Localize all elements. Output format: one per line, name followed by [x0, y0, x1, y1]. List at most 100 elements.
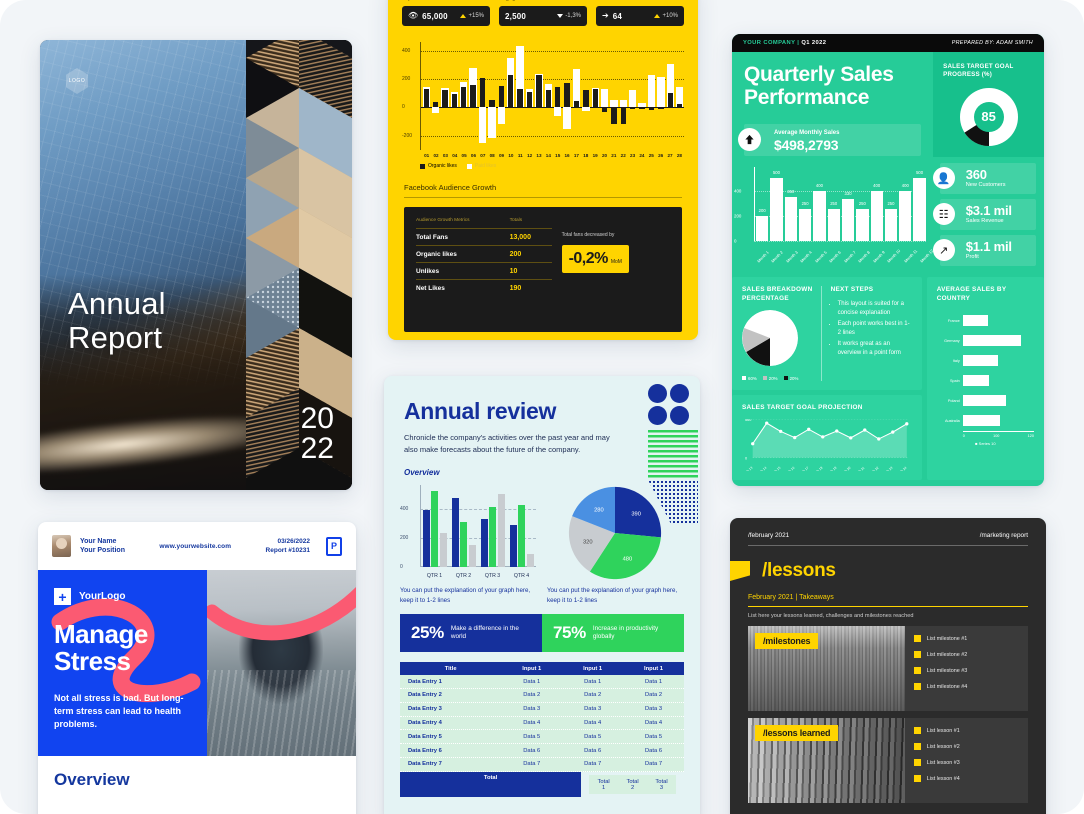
table-row: Data Entry 4 Data 4 Data 4 Data 4: [400, 716, 684, 731]
author-name: Your Name: [80, 538, 117, 545]
bar-column: [478, 42, 487, 150]
metric-engagements[interactable]: Engagements 2,500 -1,3%: [499, 0, 587, 26]
metric-clicks[interactable]: Clicks ➔ 64 +10%: [596, 0, 684, 26]
bar: [517, 88, 523, 108]
y-tick-label: 0: [745, 456, 747, 460]
milestones-tag: /milestones: [755, 633, 819, 649]
data-point: [793, 435, 797, 439]
x-tick-label: Month 21: [852, 465, 865, 470]
goal-progress-value: 85: [973, 101, 1004, 132]
bar: [470, 84, 476, 108]
bullet-square-icon: [913, 727, 921, 734]
quarter-label: Q1 2022: [801, 40, 827, 46]
x-tick-label: Month 23: [880, 465, 893, 470]
bullet-square-icon: [913, 683, 921, 690]
lessons-title-row: /lessons: [730, 560, 1046, 582]
x-tick-label: QTR 3: [484, 573, 501, 580]
y-tick-label: 400: [400, 505, 409, 512]
bar: [657, 76, 665, 108]
table-cell: Data 7: [644, 761, 663, 768]
bottom-panels: SALES BREAKDOWN PERCENTAGE 60% 20% 20% NEX…: [732, 276, 1044, 480]
y-tick-label: 560: [745, 419, 751, 422]
table-cell: Data 1: [584, 678, 602, 685]
y-tick-label: 0: [734, 238, 737, 244]
monthly-sales-bar-chart: 0 200 400 200 500 350 250 400 250 330 250 400 250 400…: [732, 163, 934, 267]
x-tick-label: 18: [583, 153, 589, 158]
manage-stress-report-card[interactable]: Your Name Your Position www.yourwebsite.…: [38, 522, 356, 814]
cover-geometric-pattern: [245, 40, 352, 490]
cover-title-line1: Annual: [68, 285, 166, 321]
bar-column: [488, 42, 496, 150]
bar-column: [422, 42, 430, 150]
bar-value-label: 250: [801, 201, 809, 207]
next-steps: NEXT STEPS This layout is suited for a c…: [820, 285, 912, 381]
bar-column: [544, 42, 552, 150]
website-link[interactable]: www.yourwebsite.com: [134, 543, 257, 550]
y-axis: [754, 166, 755, 241]
bar-value-label: 400: [901, 182, 909, 188]
lessons-category: /marketing report: [979, 532, 1028, 539]
bar: [647, 75, 656, 108]
bullet-square-icon: [913, 775, 921, 782]
data-point: [807, 427, 811, 431]
lessons-list: List lesson #1 List lesson #2 List lesson …: [905, 718, 1028, 803]
kpi-sales-revenue: ☷ $3.1 mil Sales Revenue: [932, 198, 1036, 230]
list-item: List milestone #4: [913, 683, 1019, 690]
table-cell: Data Entry 6: [408, 747, 442, 754]
bar: [497, 494, 505, 568]
quarterly-sales-report-card[interactable]: YOUR COMPANY | Q1 2022 PREPARED BY: ADAM…: [732, 34, 1044, 486]
bar-value-label: 250: [887, 201, 895, 207]
social-media-report-card[interactable]: Impressions 👁 65,000 +15% Engagements 2,…: [388, 0, 698, 340]
x-tick-label: Month 11: [902, 248, 918, 264]
bar: [536, 75, 542, 108]
metric-impressions[interactable]: Impressions 👁 65,000 +15%: [402, 0, 490, 26]
list-item: List milestone #3: [913, 667, 1019, 674]
bar-column: [619, 42, 628, 150]
metric-label: Clicks: [596, 0, 684, 2]
milestones-block: /milestones List milestone #1 List milest…: [748, 626, 1028, 711]
x-tick-label: 20: [601, 153, 608, 158]
breakdown-legend: 60% 20% 20%: [742, 375, 813, 381]
x-tick-label: 0: [962, 433, 965, 438]
table-row: Total Fans 13,000: [416, 228, 552, 245]
bar: [582, 107, 590, 111]
x-tick-label: QTR 1: [426, 573, 443, 580]
bar-column: [441, 42, 449, 150]
projection-svg: 0560Month 13Month 14Month 15Month 16Mont…: [740, 418, 909, 477]
lessons-report-card[interactable]: /february 2021 /marketing report /lesson…: [730, 518, 1046, 814]
hero-left: Quarterly Sales Performance Average Mont…: [732, 52, 933, 157]
y-axis: [420, 42, 421, 150]
y-tick-label: 400: [402, 47, 411, 54]
country-row: France: [937, 311, 1034, 331]
overview-label: Overview: [404, 468, 440, 478]
country-label: Spain: [950, 378, 960, 383]
x-tick-label: 11: [517, 153, 523, 158]
annual-review-report-card[interactable]: Annual review Chronicle the company's ac…: [384, 376, 700, 814]
bar: [554, 87, 561, 108]
country-label: Germany: [944, 338, 960, 343]
bullet-square-icon: [913, 635, 921, 642]
middle-row: 0 200 400 200 500 350 250 400 250 330 250 400 250 400…: [732, 162, 1044, 271]
table-cell: Data 3: [644, 706, 663, 713]
annual-report-cover-card[interactable]: LOGO Annual Report 20 22: [40, 40, 352, 490]
table-cell: Data 5: [523, 733, 541, 740]
author-block: Your Name Your Position: [80, 537, 125, 555]
y-tick-label: 0: [402, 104, 405, 111]
total-1: Total 1: [589, 775, 619, 794]
annual-review-lead: Chronicle the company's activities over …: [404, 433, 610, 454]
bar-column: [600, 42, 609, 150]
list-item: List lesson #1: [913, 727, 1019, 734]
x-tick-labels: Month 1 Month 2 Month 3 Month 4 Month 5 Month…: [756, 248, 934, 265]
topbar-left: YOUR COMPANY | Q1 2022: [743, 40, 826, 46]
list-item-label: List lesson #3: [926, 759, 960, 766]
bar: 250: [856, 201, 869, 241]
bar-column: [591, 42, 599, 150]
bar: [439, 532, 447, 568]
table-cell: Data 4: [644, 719, 663, 726]
metric-value: 65,000: [422, 11, 448, 21]
country-row: Germany: [937, 331, 1034, 351]
x-tick-label: 13: [536, 153, 542, 158]
metric-delta: +10%: [662, 13, 678, 19]
kpi-value: $3.1 mil: [965, 203, 1012, 219]
bar-column: [469, 42, 477, 150]
